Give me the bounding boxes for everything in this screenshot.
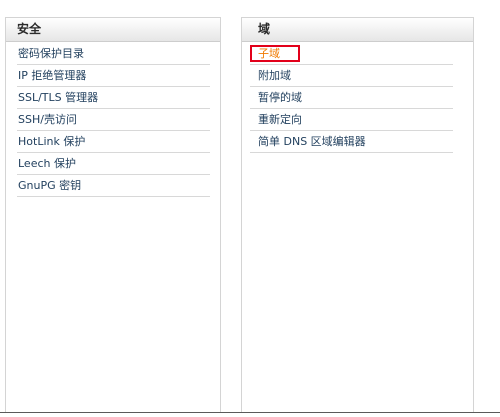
list-item: 子域 bbox=[250, 43, 453, 65]
security-panel-title: 安全 bbox=[17, 22, 42, 36]
leech-protection-link[interactable]: Leech 保护 bbox=[17, 153, 76, 174]
domains-panel-title: 域 bbox=[258, 22, 271, 36]
domains-panel-header: 域 bbox=[242, 18, 473, 42]
list-item: 暂停的域 bbox=[250, 87, 453, 109]
list-item: 简单 DNS 区域编辑器 bbox=[250, 131, 453, 153]
list-item: Leech 保护 bbox=[17, 153, 210, 175]
domains-panel: 域 子域 附加域 暂停的域 重新定向 简单 DNS 区域编辑器 bbox=[241, 17, 474, 412]
password-protect-directories-link[interactable]: 密码保护目录 bbox=[17, 43, 84, 64]
addon-domains-link[interactable]: 附加域 bbox=[250, 65, 291, 86]
ssl-tls-manager-link[interactable]: SSL/TLS 管理器 bbox=[17, 87, 98, 108]
list-item: GnuPG 密钥 bbox=[17, 175, 210, 197]
parked-domains-link[interactable]: 暂停的域 bbox=[250, 87, 302, 108]
ssh-shell-access-link[interactable]: SSH/壳访问 bbox=[17, 109, 77, 130]
list-item: 密码保护目录 bbox=[17, 43, 210, 65]
ip-deny-manager-link[interactable]: IP 拒绝管理器 bbox=[17, 65, 86, 86]
redirects-link[interactable]: 重新定向 bbox=[250, 109, 302, 130]
domains-item-list: 子域 附加域 暂停的域 重新定向 简单 DNS 区域编辑器 bbox=[242, 43, 473, 153]
security-panel: 安全 密码保护目录 IP 拒绝管理器 SSL/TLS 管理器 SSH/壳访问 H… bbox=[5, 17, 221, 412]
simple-dns-zone-editor-link[interactable]: 简单 DNS 区域编辑器 bbox=[250, 131, 366, 152]
security-item-list: 密码保护目录 IP 拒绝管理器 SSL/TLS 管理器 SSH/壳访问 HotL… bbox=[6, 43, 220, 197]
list-item: 附加域 bbox=[250, 65, 453, 87]
list-item: IP 拒绝管理器 bbox=[17, 65, 210, 87]
security-panel-header: 安全 bbox=[6, 18, 220, 42]
list-item: HotLink 保护 bbox=[17, 131, 210, 153]
list-item: 重新定向 bbox=[250, 109, 453, 131]
bottom-divider bbox=[0, 412, 500, 413]
hotlink-protection-link[interactable]: HotLink 保护 bbox=[17, 131, 85, 152]
list-item: SSH/壳访问 bbox=[17, 109, 210, 131]
gnupg-keys-link[interactable]: GnuPG 密钥 bbox=[17, 175, 81, 196]
list-item: SSL/TLS 管理器 bbox=[17, 87, 210, 109]
subdomains-link[interactable]: 子域 bbox=[250, 45, 300, 62]
